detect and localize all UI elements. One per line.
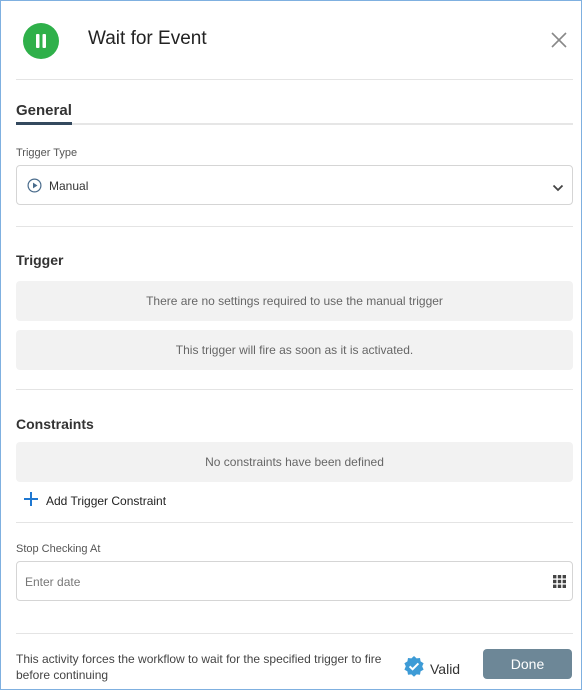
trigger-section-title: Trigger <box>16 252 64 268</box>
verified-badge-icon <box>403 655 425 682</box>
stop-checking-label: Stop Checking At <box>16 543 101 555</box>
stop-checking-date-field <box>16 561 573 601</box>
dialog-title: Wait for Event <box>88 28 207 49</box>
dialog-header: Wait for Event <box>1 1 581 79</box>
tab-general[interactable]: General <box>16 102 72 119</box>
plus-icon <box>23 491 39 512</box>
trigger-type-label: Trigger Type <box>16 147 78 159</box>
activity-description: This activity forces the workflow to wai… <box>16 652 382 682</box>
valid-indicator: Valid <box>403 655 460 682</box>
add-trigger-constraint-button[interactable]: Add Trigger Constraint <box>23 491 166 511</box>
date-input[interactable] <box>25 572 525 592</box>
trigger-fire-message: This trigger will fire as soon as it is … <box>16 330 573 370</box>
trigger-info-message: There are no settings required to use th… <box>16 281 573 321</box>
trigger-type-value: Manual <box>49 179 89 193</box>
constraints-empty-message: No constraints have been defined <box>16 442 573 482</box>
calendar-grid-icon[interactable] <box>553 575 566 593</box>
chevron-down-icon <box>552 180 564 198</box>
header-divider <box>16 79 573 80</box>
footer-divider <box>16 633 573 634</box>
play-circle-icon <box>27 178 42 198</box>
constraints-section-title: Constraints <box>16 416 94 432</box>
trigger-type-select[interactable]: Manual <box>16 165 573 205</box>
done-button[interactable]: Done <box>483 649 572 679</box>
tab-active-indicator <box>16 122 72 125</box>
pause-status-icon <box>23 23 59 59</box>
section-divider-1 <box>16 226 573 227</box>
close-icon[interactable] <box>549 30 569 50</box>
valid-label: Valid <box>430 660 461 677</box>
wait-for-event-dialog: Wait for Event General Trigger Type Manu… <box>0 0 582 690</box>
section-divider-2 <box>16 389 573 390</box>
section-divider-3 <box>16 522 573 523</box>
add-trigger-constraint-label: Add Trigger Constraint <box>46 494 167 508</box>
tab-bar-track <box>16 123 573 125</box>
